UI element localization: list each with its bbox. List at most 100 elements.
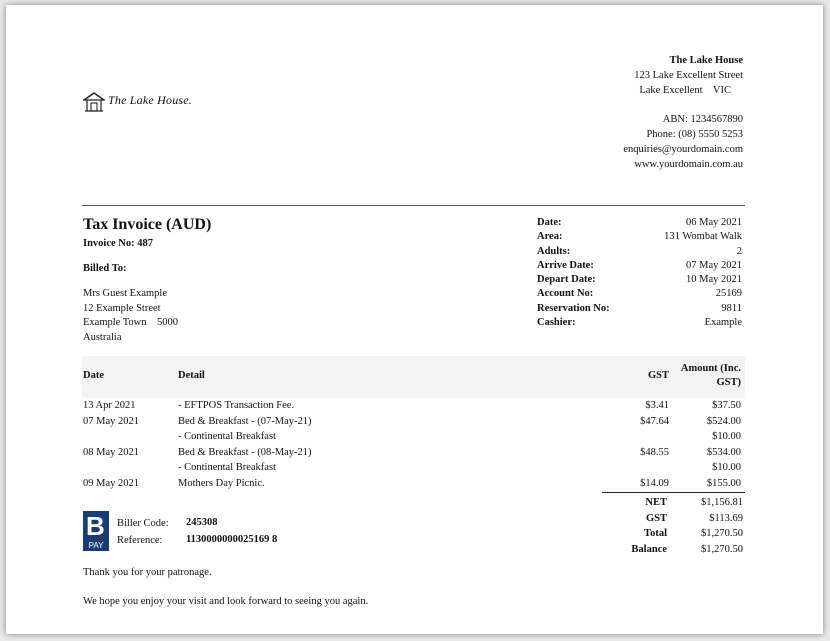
- meta-value: 10 May 2021: [686, 274, 742, 286]
- row-date: 08 May 2021: [83, 446, 139, 458]
- total-label: Balance: [631, 543, 667, 555]
- header-detail: Detail: [178, 370, 205, 381]
- totals: NET $1,156.81 GST $113.69 Total $1,270.50 B…: [602, 495, 743, 557]
- row-detail: - Continental Breakfast: [178, 431, 276, 443]
- billed-to-label: Billed To:: [83, 263, 127, 274]
- meta-value: 07 May 2021: [686, 259, 742, 271]
- row-amount: $155.00: [706, 477, 741, 489]
- row-amount: $524.00: [706, 415, 741, 427]
- billed-line: Example Town 5000: [83, 317, 179, 328]
- company-email: enquiries@yourdomain.com: [623, 144, 743, 155]
- meta-value: 131 Wombat Walk: [664, 231, 742, 243]
- meta-key: Reservation No:: [537, 302, 610, 314]
- row-gst: $48.55: [640, 446, 669, 458]
- table-header: Date Detail GST Amount (Inc. GST): [82, 356, 745, 398]
- closing-message: We hope you enjoy your visit and look fo…: [83, 596, 369, 607]
- meta-row: Cashier: Example: [537, 316, 742, 330]
- row-detail: Mothers Day Picnic.: [178, 477, 265, 489]
- header-amount: Amount (Inc. GST): [681, 362, 741, 390]
- meta-value: 9811: [721, 302, 742, 314]
- row-detail: - Continental Breakfast: [178, 462, 276, 474]
- bpay-values: 245308 1130000000025169 8: [186, 516, 286, 547]
- company-details: The Lake House 123 Lake Excellent Street…: [623, 53, 743, 172]
- meta-row: Reservation No: 9811: [537, 302, 742, 316]
- company-abn: ABN: 1234567890: [662, 114, 743, 125]
- total-value: $1,270.50: [701, 543, 743, 555]
- meta-value: 25169: [715, 288, 742, 300]
- company-name: The Lake House: [669, 55, 743, 66]
- meta-row: Adults: 2: [537, 245, 742, 259]
- bpay-logo-word: PAY: [88, 541, 104, 550]
- reference-label: Reference:: [117, 534, 163, 546]
- total-row: Total $1,270.50: [602, 526, 743, 542]
- thanks-message: Thank you for your patronage.: [83, 567, 212, 578]
- billed-line: Australia: [83, 331, 122, 343]
- row-gst: $47.64: [640, 415, 669, 427]
- total-label: GST: [645, 512, 667, 524]
- company-address-line2: Lake Excellent VIC: [639, 85, 731, 96]
- table-row: 13 Apr 2021 - EFTPOS Transaction Fee. $3…: [82, 398, 745, 414]
- meta-value: 2: [736, 245, 742, 257]
- total-value: $113.69: [709, 512, 743, 524]
- header-gst: GST: [647, 370, 669, 381]
- row-detail: Bed & Breakfast - (08-May-21): [178, 446, 312, 458]
- bpay-labels: Biller Code: Reference:: [117, 516, 169, 549]
- house-icon: [83, 92, 105, 112]
- meta-row: Date: 06 May 2021: [537, 216, 742, 230]
- company-phone: Phone: (08) 5550 5253: [646, 129, 743, 140]
- bpay-logo: B PAY: [83, 511, 109, 551]
- table-row: 07 May 2021 Bed & Breakfast - (07-May-21…: [82, 414, 745, 430]
- header-date: Date: [83, 370, 104, 381]
- row-gst: $14.09: [640, 477, 669, 489]
- total-row: Balance $1,270.50: [602, 542, 743, 558]
- row-amount: $534.00: [706, 446, 741, 458]
- total-label: NET: [645, 497, 667, 508]
- total-value: $1,156.81: [701, 497, 743, 508]
- meta-key: Depart Date:: [537, 274, 596, 286]
- meta-key: Adults:: [537, 245, 571, 257]
- table-row: 09 May 2021 Mothers Day Picnic. $14.09 $…: [82, 476, 745, 492]
- meta-key: Area:: [537, 231, 563, 243]
- total-value: $1,270.50: [701, 528, 743, 540]
- row-amount: $37.50: [712, 400, 741, 411]
- total-label: Total: [644, 528, 667, 540]
- invoice-meta: Date: 06 May 2021 Area: 131 Wombat Walk Ad…: [537, 216, 742, 330]
- row-date: 09 May 2021: [83, 477, 139, 489]
- invoice-number: Invoice No: 487: [83, 238, 153, 249]
- row-amount: $10.00: [712, 431, 741, 443]
- invoice-page: The Lake House. The Lake House 123 Lake …: [6, 5, 823, 634]
- total-row: NET $1,156.81: [602, 495, 743, 511]
- total-row: GST $113.69: [602, 511, 743, 527]
- header-divider: [82, 205, 745, 206]
- meta-key: Date:: [537, 217, 562, 228]
- meta-value: 06 May 2021: [686, 217, 742, 228]
- company-address-line1: 123 Lake Excellent Street: [634, 70, 743, 81]
- row-detail: - EFTPOS Transaction Fee.: [178, 400, 295, 411]
- meta-key: Arrive Date:: [537, 259, 594, 271]
- row-amount: $10.00: [712, 462, 741, 474]
- meta-row: Arrive Date: 07 May 2021: [537, 259, 742, 273]
- meta-key: Account No:: [537, 288, 594, 300]
- meta-row: Depart Date: 10 May 2021: [537, 273, 742, 287]
- billed-to-address: Mrs Guest Example 12 Example Street Exam…: [83, 287, 178, 345]
- invoice-title: Tax Invoice (AUD): [83, 216, 212, 233]
- header-amount-line2: GST): [716, 377, 741, 388]
- line-items: 13 Apr 2021 - EFTPOS Transaction Fee. $3…: [82, 398, 745, 492]
- logo-text: The Lake House.: [108, 93, 192, 107]
- company-website: www.yourdomain.com.au: [634, 159, 743, 170]
- meta-row: Account No: 25169: [537, 287, 742, 301]
- billed-line: Mrs Guest Example: [83, 288, 167, 299]
- meta-value: Example: [704, 317, 742, 329]
- company-logo: The Lake House.: [82, 91, 192, 117]
- meta-row: Area: 131 Wombat Walk: [537, 230, 742, 244]
- table-row: - Continental Breakfast $10.00: [82, 460, 745, 476]
- biller-code: 245308: [186, 517, 218, 528]
- reference-number: 1130000000025169 8: [186, 533, 278, 545]
- totals-divider: [602, 492, 745, 493]
- table-row: - Continental Breakfast $10.00: [82, 429, 745, 445]
- row-date: 07 May 2021: [83, 415, 139, 427]
- header-amount-line1: Amount (Inc.: [680, 363, 741, 374]
- row-detail: Bed & Breakfast - (07-May-21): [178, 415, 312, 427]
- row-gst: $3.41: [645, 400, 669, 411]
- row-date: 13 Apr 2021: [83, 400, 136, 411]
